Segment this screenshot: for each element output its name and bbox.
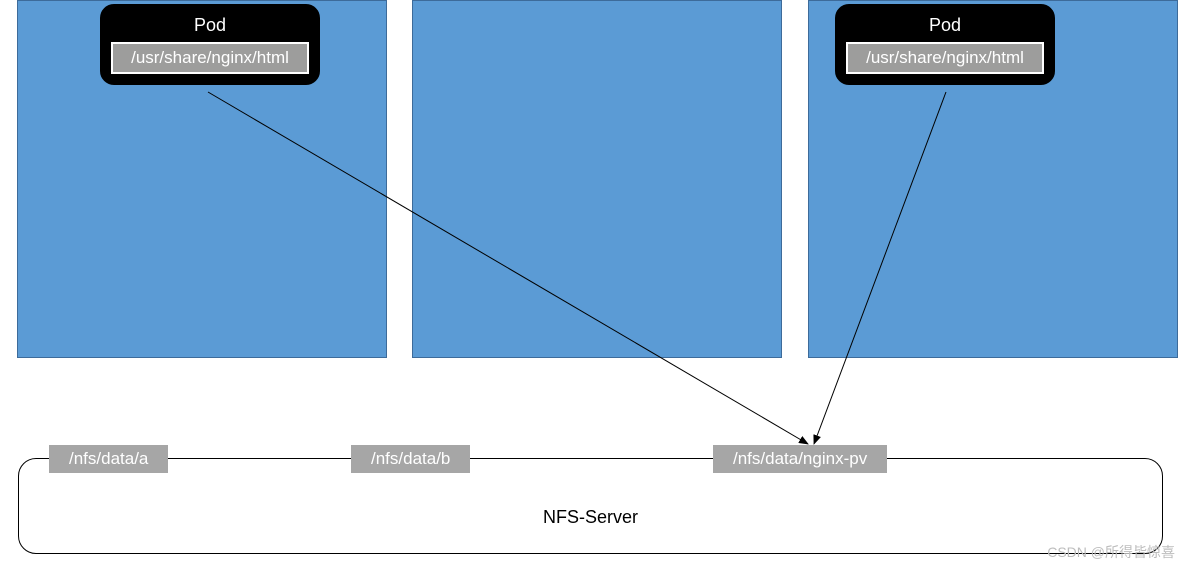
- pod-mount-path: /usr/share/nginx/html: [111, 42, 309, 74]
- pod-mount-path: /usr/share/nginx/html: [846, 42, 1044, 74]
- pod-title: Pod: [111, 13, 309, 42]
- nfs-path-a: /nfs/data/a: [49, 445, 168, 473]
- pod-box-1: Pod /usr/share/nginx/html: [100, 4, 320, 85]
- watermark-text: CSDN @所得皆惊喜: [1047, 542, 1175, 562]
- nfs-path-b: /nfs/data/b: [351, 445, 470, 473]
- pod-title: Pod: [846, 13, 1044, 42]
- nfs-server-box: /nfs/data/a /nfs/data/b /nfs/data/nginx-…: [18, 458, 1163, 554]
- nfs-path-nginx-pv: /nfs/data/nginx-pv: [713, 445, 887, 473]
- node-box-2: [412, 0, 782, 358]
- nfs-server-label: NFS-Server: [19, 507, 1162, 528]
- pod-box-2: Pod /usr/share/nginx/html: [835, 4, 1055, 85]
